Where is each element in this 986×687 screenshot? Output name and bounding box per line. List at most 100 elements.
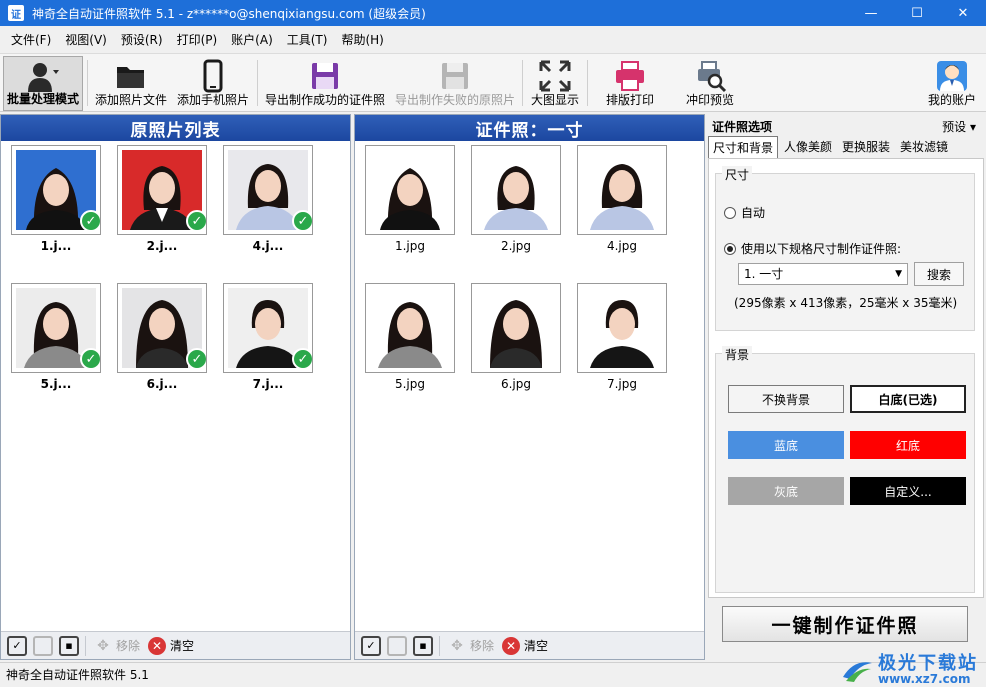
blue-background-button[interactable]: 蓝底 xyxy=(728,431,844,459)
add-photo-file-button[interactable]: 添加照片文件 xyxy=(92,56,170,111)
my-account-button[interactable]: 我的账户 xyxy=(924,56,980,111)
id-portrait-image xyxy=(582,150,662,230)
export-success-button[interactable]: 导出制作成功的证件照 xyxy=(262,56,388,111)
options-title: 证件照选项 xyxy=(712,120,773,134)
radio-auto-dot xyxy=(724,206,736,219)
status-text: 神奇全自动证件照软件 5.1 xyxy=(6,668,149,682)
uncheck-icon[interactable] xyxy=(33,635,53,656)
window-title: 神奇全自动证件照软件 5.1 - z******o@shenqixiangsu.… xyxy=(32,6,426,21)
custom-background-button[interactable]: 自定义... xyxy=(850,477,966,505)
watermark: 极光下载站 www.xz7.com xyxy=(840,655,978,685)
check-icon: ✓ xyxy=(80,210,100,232)
id-portrait-image xyxy=(370,150,450,230)
export-failed-button[interactable]: 导出制作失败的原照片 xyxy=(392,56,518,111)
status-bar: 神奇全自动证件照软件 5.1 极光下载站 www.xz7.com xyxy=(0,655,986,687)
original-photo-thumb[interactable]: ✓ xyxy=(11,145,101,235)
id-photo-label: 5.jpg xyxy=(394,377,426,391)
minimize-button[interactable]: — xyxy=(848,0,894,26)
id-photo-label: 1.jpg xyxy=(394,239,426,253)
add-phone-photo-button[interactable]: 添加手机照片 xyxy=(174,56,252,111)
id-portrait-image xyxy=(476,150,556,230)
id-photo-options-panel: 证件照选项 预设 ▾ 尺寸和背景 人像美颜 更换服装 美妆滤镜 尺寸 自动 使用… xyxy=(706,114,986,660)
remove-button[interactable]: 移除 xyxy=(116,637,140,654)
toolbar: 批量处理模式 添加照片文件 添加手机照片 导出制作成功的证件照 导出制作失败的原… xyxy=(0,53,986,112)
my-account-label: 我的账户 xyxy=(927,93,976,107)
original-photo-thumb[interactable]: ✓ xyxy=(223,283,313,373)
gray-background-button[interactable]: 灰底 xyxy=(728,477,844,505)
left-bottom-bar: ✓ ▪ ✥ 移除 ✕ 清空 xyxy=(1,631,350,659)
id-photo-label: 4.jpg xyxy=(606,239,638,253)
print-preview-button[interactable]: 冲印预览 xyxy=(678,56,742,111)
id-portrait-image xyxy=(476,288,556,368)
id-photo-thumb[interactable] xyxy=(577,283,667,373)
one-click-make-button[interactable]: 一键制作证件照 xyxy=(722,606,968,642)
id-photos-title: 证件照：一寸 xyxy=(355,115,704,141)
id-photo-thumb[interactable] xyxy=(577,145,667,235)
original-photo-label: 7.j... xyxy=(252,377,284,391)
id-photo-thumb[interactable] xyxy=(365,145,455,235)
id-photo-thumb[interactable] xyxy=(471,145,561,235)
menu-print[interactable]: 打印(P) xyxy=(170,28,225,52)
check-all-icon[interactable]: ✓ xyxy=(361,635,381,656)
tab-beauty[interactable]: 人像美颜 xyxy=(780,136,836,158)
add-phone-photo-label: 添加手机照片 xyxy=(176,93,249,107)
menu-view[interactable]: 视图(V) xyxy=(58,28,114,52)
menu-help[interactable]: 帮助(H) xyxy=(334,28,390,52)
original-photos-panel: 原照片列表 ✓ 1.j... ✓ 2.j... ✓ 4.j... ✓ 5.j..… xyxy=(0,114,351,660)
batch-mode-button[interactable]: 批量处理模式 xyxy=(3,56,83,111)
check-all-icon[interactable]: ✓ xyxy=(7,635,27,656)
original-photo-thumb[interactable]: ✓ xyxy=(117,145,207,235)
clear-button[interactable]: 清空 xyxy=(524,637,548,654)
original-photo-thumb[interactable]: ✓ xyxy=(117,283,207,373)
menu-file[interactable]: 文件(F) xyxy=(4,28,58,52)
check-icon: ✓ xyxy=(292,348,312,370)
original-photos-title: 原照片列表 xyxy=(1,115,350,141)
radio-auto[interactable]: 自动 xyxy=(724,204,765,221)
clear-button[interactable]: 清空 xyxy=(170,637,194,654)
maximize-button[interactable]: ☐ xyxy=(894,0,940,26)
id-photo-thumb[interactable] xyxy=(365,283,455,373)
watermark-url: www.xz7.com xyxy=(878,672,971,686)
no-change-background-button[interactable]: 不换背景 xyxy=(728,385,844,413)
clear-icon: ✕ xyxy=(502,636,521,655)
search-button[interactable]: 搜索 xyxy=(914,262,964,286)
spec-select[interactable]: 1. 一寸 ▼ xyxy=(738,263,908,285)
close-button[interactable]: ✕ xyxy=(940,0,986,26)
background-group-title: 背景 xyxy=(722,346,753,363)
tab-clothing[interactable]: 更换服装 xyxy=(838,136,894,158)
options-tabs: 尺寸和背景 人像美颜 更换服装 美妆滤镜 xyxy=(708,136,954,158)
check-icon: ✓ xyxy=(186,210,206,232)
tab-size-background[interactable]: 尺寸和背景 xyxy=(708,136,779,158)
preset-dropdown[interactable]: 预设 ▾ xyxy=(942,118,976,135)
menu-preset[interactable]: 预设(R) xyxy=(114,28,170,52)
tab-content: 尺寸 自动 使用以下规格尺寸制作证件照: 1. 一寸 ▼ 搜索 (295像素 x… xyxy=(708,158,984,598)
middle-bottom-bar: ✓ ▪ ✥ 移除 ✕ 清空 xyxy=(355,631,704,659)
print-preview-label: 冲印预览 xyxy=(685,93,734,107)
menu-account[interactable]: 账户(A) xyxy=(224,28,280,52)
layout-print-label: 排版打印 xyxy=(605,93,654,107)
white-background-button[interactable]: 白底(已选) xyxy=(850,385,966,413)
export-success-label: 导出制作成功的证件照 xyxy=(264,93,385,107)
user-group-icon xyxy=(28,63,59,92)
account-avatar-icon xyxy=(937,61,967,91)
large-view-button[interactable]: 大图显示 xyxy=(527,56,583,111)
select-all-icon[interactable]: ▪ xyxy=(413,635,433,656)
save-disabled-icon xyxy=(442,63,468,89)
remove-button[interactable]: 移除 xyxy=(470,637,494,654)
original-photo-thumb[interactable]: ✓ xyxy=(11,283,101,373)
menu-tools[interactable]: 工具(T) xyxy=(280,28,335,52)
app-icon: 证 xyxy=(8,5,24,21)
chevron-down-icon: ▼ xyxy=(895,269,902,279)
spec-info: (295像素 x 413像素，25毫米 x 35毫米) xyxy=(734,296,958,310)
red-background-button[interactable]: 红底 xyxy=(850,431,966,459)
watermark-text: 极光下载站 xyxy=(878,653,978,674)
size-group-title: 尺寸 xyxy=(722,166,753,183)
original-photo-thumb[interactable]: ✓ xyxy=(223,145,313,235)
id-photo-thumb[interactable] xyxy=(471,283,561,373)
uncheck-icon[interactable] xyxy=(387,635,407,656)
select-all-icon[interactable]: ▪ xyxy=(59,635,79,656)
tab-makeup-filter[interactable]: 美妆滤镜 xyxy=(896,136,952,158)
layout-print-button[interactable]: 排版打印 xyxy=(600,56,660,111)
folder-icon xyxy=(117,67,144,88)
radio-spec[interactable]: 使用以下规格尺寸制作证件照: xyxy=(724,240,901,257)
